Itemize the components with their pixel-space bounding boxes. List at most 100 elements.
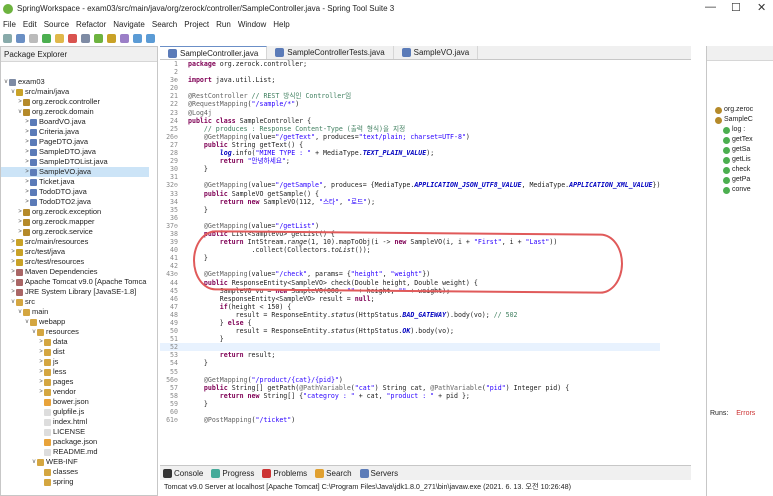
tree-node[interactable]: > src/test/java (1, 247, 149, 257)
editor-tab[interactable]: SampleController.java (160, 46, 268, 59)
bottom-tab[interactable]: Progress (211, 468, 254, 478)
spring-icon[interactable] (94, 33, 103, 43)
save-icon[interactable] (16, 33, 25, 43)
tree-node[interactable]: v exam03 (1, 77, 149, 87)
code-line: 28 log.info("MIME TYPE : " + MediaType.T… (160, 149, 660, 157)
menu-item-source[interactable]: Source (44, 20, 69, 29)
tree-node[interactable]: > dist (1, 347, 149, 357)
node-icon (16, 278, 23, 286)
debug-icon[interactable] (55, 33, 64, 43)
tree-node[interactable]: v src/main/java (1, 87, 149, 97)
tree-node[interactable]: > BoardVO.java (1, 117, 149, 127)
menu-item-file[interactable]: File (3, 20, 16, 29)
tree-node[interactable]: > org.zerock.service (1, 227, 149, 237)
tree-node[interactable]: > js (1, 357, 149, 367)
tree-node[interactable]: gulpfile.js (1, 407, 149, 417)
tree-node[interactable]: > pages (1, 377, 149, 387)
outline-item[interactable]: getPa (707, 175, 773, 185)
tree-node[interactable]: bower.json (1, 397, 149, 407)
outline-item[interactable]: check (707, 165, 773, 175)
code-text: @Log4j (188, 108, 212, 117)
tree-node[interactable]: > Ticket.java (1, 177, 149, 187)
tree-node[interactable]: v org.zerock.domain (1, 107, 149, 117)
tree-node[interactable]: v webapp (1, 317, 149, 327)
code-editor[interactable]: 1 package org.zerock.controller; 2 3⊕ import… (160, 60, 691, 461)
outline-item[interactable]: conve (707, 185, 773, 195)
menu-item-project[interactable]: Project (184, 20, 209, 29)
menu-item-search[interactable]: Search (152, 20, 177, 29)
line-number: 47 (170, 302, 178, 311)
tree-node[interactable]: > data (1, 337, 149, 347)
search-icon[interactable] (81, 33, 90, 43)
node-icon (16, 288, 23, 296)
tree-node[interactable]: > src/main/resources (1, 237, 149, 247)
tree-node[interactable]: > SampleDTO.java (1, 147, 149, 157)
outline-item[interactable]: getTex (707, 135, 773, 145)
outline-item[interactable]: getLis (707, 155, 773, 165)
tree-node[interactable]: > SampleVO.java (1, 167, 149, 177)
tree-node[interactable]: > TodoDTO2.java (1, 197, 149, 207)
tree-node[interactable]: > src/test/resources (1, 257, 149, 267)
editor-tab[interactable]: SampleControllerTests.java (267, 46, 394, 59)
menu-item-window[interactable]: Window (238, 20, 266, 29)
tree-node[interactable]: > SampleDTOList.java (1, 157, 149, 167)
outline-item[interactable]: getSa (707, 145, 773, 155)
tree-node-label: dist (53, 347, 65, 356)
tree-node[interactable]: package.json (1, 437, 149, 447)
tree-node[interactable]: > vendor (1, 387, 149, 397)
menu-item-help[interactable]: Help (273, 20, 289, 29)
close-button[interactable]: ✕ (757, 1, 766, 14)
tree-node[interactable]: > org.zerock.exception (1, 207, 149, 217)
tree-node[interactable]: index.html (1, 417, 149, 427)
line-number: 44 (170, 278, 178, 287)
tree-node[interactable]: classes (1, 467, 149, 477)
print-icon[interactable] (29, 33, 38, 43)
menu-item-navigate[interactable]: Navigate (113, 20, 145, 29)
forward-icon[interactable] (146, 33, 155, 43)
bottom-tab[interactable]: Problems (262, 468, 307, 478)
menu-item-edit[interactable]: Edit (23, 20, 37, 29)
line-number: 21 (170, 92, 178, 101)
tree-node[interactable]: v src (1, 297, 149, 307)
menu-item-run[interactable]: Run (216, 20, 231, 29)
menu-item-refactor[interactable]: Refactor (76, 20, 106, 29)
package-explorer-header: Package Explorer (1, 47, 157, 62)
stop-icon[interactable] (68, 33, 77, 43)
tree-node[interactable]: v main (1, 307, 149, 317)
code-line: 59 } (160, 400, 660, 408)
minimize-button[interactable]: — (705, 1, 716, 13)
tree-node[interactable]: > JRE System Library [JavaSE-1.8] (1, 287, 149, 297)
outline-item[interactable]: SampleC (707, 115, 773, 125)
tree-node[interactable]: v WEB-INF (1, 457, 149, 467)
tree-node[interactable]: v resources (1, 327, 149, 337)
perspective-icon[interactable] (120, 33, 129, 43)
line-number: 23 (170, 108, 178, 117)
editor-tab[interactable]: SampleVO.java (394, 46, 479, 59)
tree-node[interactable]: > Criteria.java (1, 127, 149, 137)
line-number: 55 (170, 367, 178, 376)
tree-node[interactable]: > org.zerock.mapper (1, 217, 149, 227)
maximize-button[interactable]: ☐ (731, 1, 741, 14)
back-icon[interactable] (133, 33, 142, 43)
code-line: 54 } (160, 359, 660, 367)
tree-node[interactable]: LICENSE (1, 427, 149, 437)
bottom-tab[interactable]: Search (315, 468, 352, 478)
tree-node[interactable]: > Apache Tomcat v9.0 [Apache Tomca (1, 277, 149, 287)
folder-icon[interactable] (107, 33, 116, 43)
tree-node[interactable]: > TodoDTO.java (1, 187, 149, 197)
bottom-tab[interactable]: Servers (359, 468, 398, 478)
new-icon[interactable] (3, 33, 12, 43)
tree-node[interactable]: spring (1, 477, 149, 487)
node-icon (23, 228, 30, 236)
run-icon[interactable] (42, 33, 51, 43)
tree-node[interactable]: > PageDTO.java (1, 137, 149, 147)
outline-item[interactable]: org.zeroc (707, 105, 773, 115)
tree-node[interactable]: README.md (1, 447, 149, 457)
outline-item[interactable]: log : (707, 125, 773, 135)
tree-node[interactable]: > Maven Dependencies (1, 267, 149, 277)
member-icon (723, 156, 730, 164)
bottom-tab[interactable]: Console (163, 468, 203, 478)
node-icon (16, 248, 23, 256)
tree-node[interactable]: > org.zerock.controller (1, 97, 149, 107)
tree-node[interactable]: > less (1, 367, 149, 377)
